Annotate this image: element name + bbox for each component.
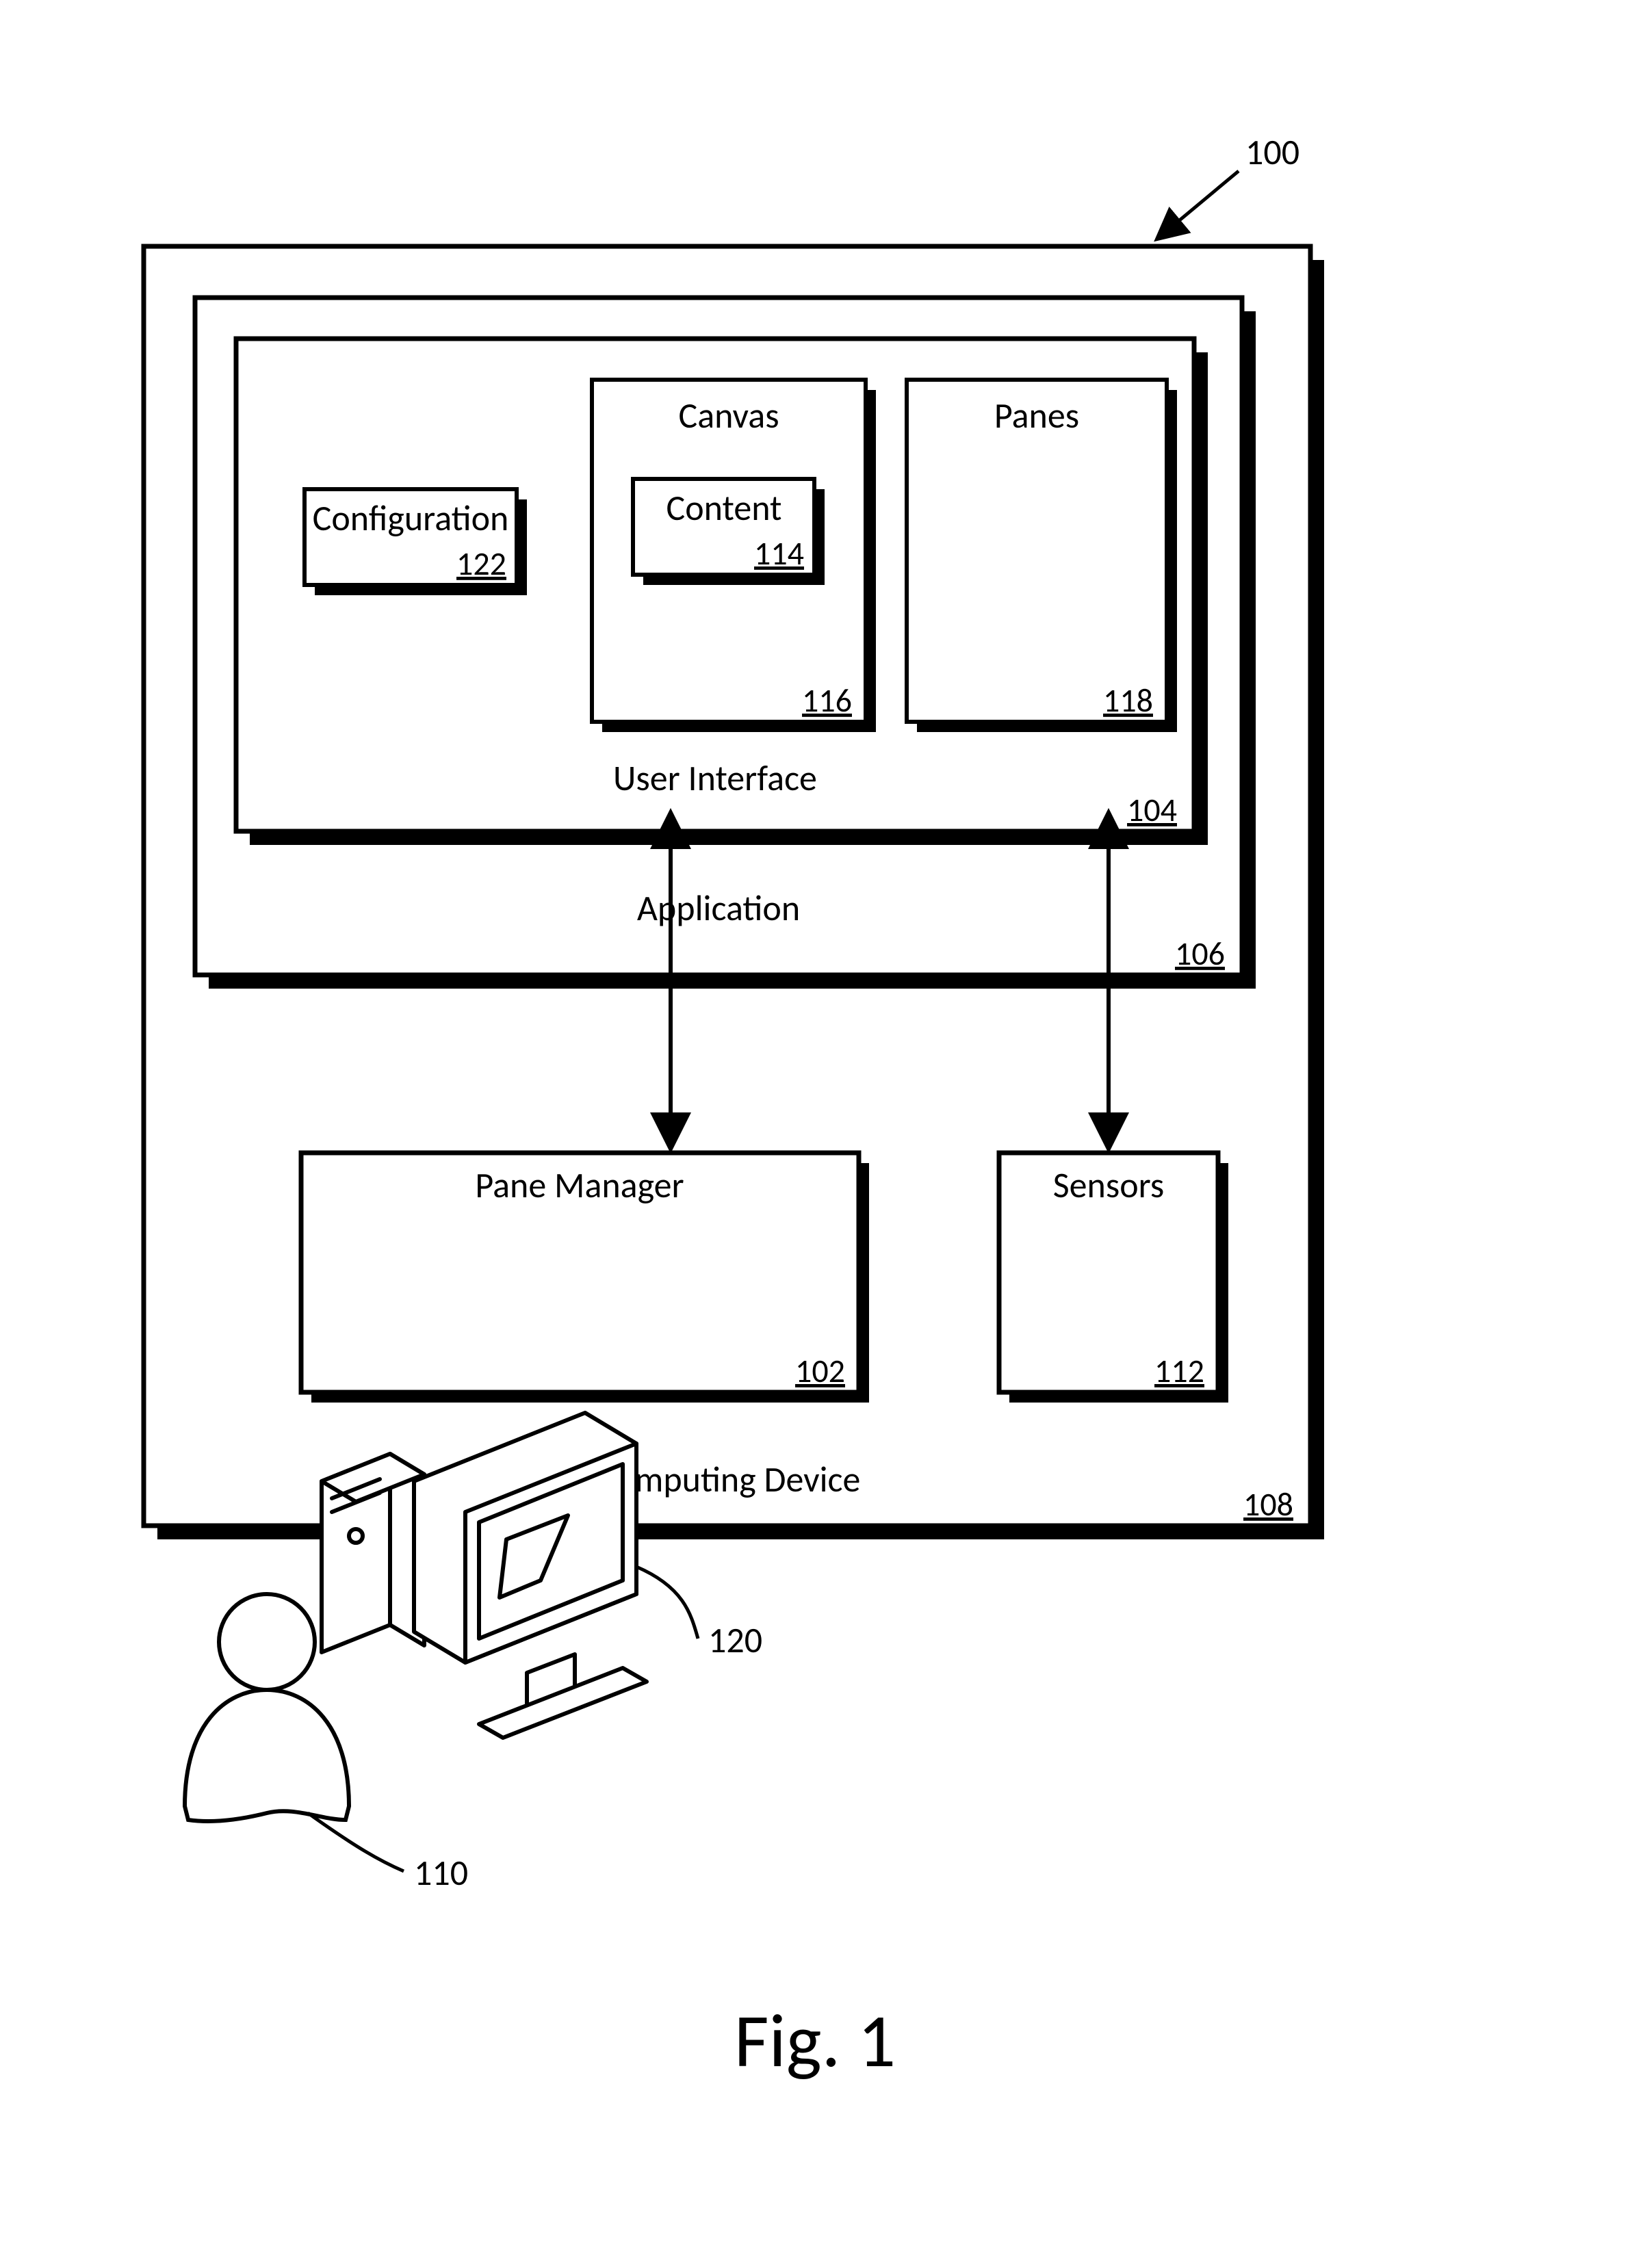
ref-100: 100 xyxy=(1245,130,1299,174)
label-canvas: Canvas xyxy=(678,393,779,437)
label-content: Content xyxy=(667,486,782,530)
ref-120: 120 xyxy=(708,1618,762,1662)
box-pane-manager: Pane Manager 102 xyxy=(301,1153,869,1403)
ref-104: 104 xyxy=(1127,790,1177,830)
ref-122: 122 xyxy=(456,543,506,584)
ref-102: 102 xyxy=(795,1351,845,1391)
label-sensors: Sensors xyxy=(1053,1163,1164,1207)
ref-106: 106 xyxy=(1175,933,1225,974)
figure-caption: Fig. 1 xyxy=(734,1994,896,2087)
leader-110: 110 xyxy=(308,1813,468,1894)
label-user-interface: User Interface xyxy=(613,756,817,800)
ref-112: 112 xyxy=(1154,1351,1204,1391)
ref-110: 110 xyxy=(414,1851,468,1894)
box-configuration: Configuration 122 xyxy=(305,489,527,595)
ref-114: 114 xyxy=(754,533,804,573)
label-panes: Panes xyxy=(994,393,1079,437)
ref-118: 118 xyxy=(1103,680,1153,720)
computer-illustration xyxy=(322,1413,647,1738)
label-configuration: Configuration xyxy=(313,496,509,540)
leader-120: 120 xyxy=(636,1567,762,1662)
label-application: Application xyxy=(637,886,800,930)
ref-108: 108 xyxy=(1243,1484,1293,1524)
ref-116: 116 xyxy=(802,680,852,720)
box-sensors: Sensors 112 xyxy=(999,1153,1228,1403)
leader-100 xyxy=(1156,171,1239,239)
box-panes: Panes 118 xyxy=(907,380,1177,732)
label-pane-manager: Pane Manager xyxy=(475,1163,684,1207)
box-content: Content 114 xyxy=(633,479,825,585)
